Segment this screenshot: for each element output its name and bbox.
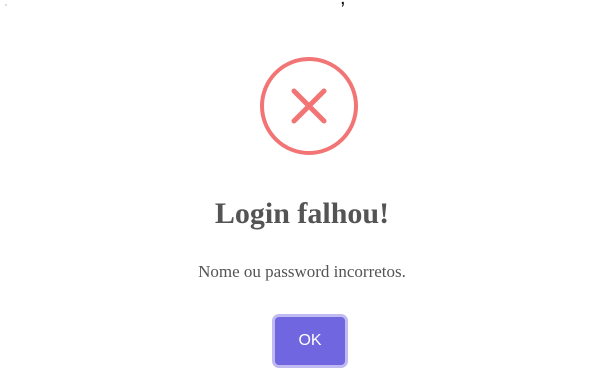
dialog-title: Login falhou!	[214, 197, 390, 230]
ok-button[interactable]: OK	[275, 317, 345, 365]
dialog-message: Nome ou password incorretos.	[198, 262, 406, 281]
page: , Login falhou! Nome ou password incorre…	[0, 0, 604, 390]
corner-mark	[5, 4, 7, 6]
cut-off-top-text: ,	[340, 0, 351, 8]
x-mark-icon	[260, 57, 358, 155]
